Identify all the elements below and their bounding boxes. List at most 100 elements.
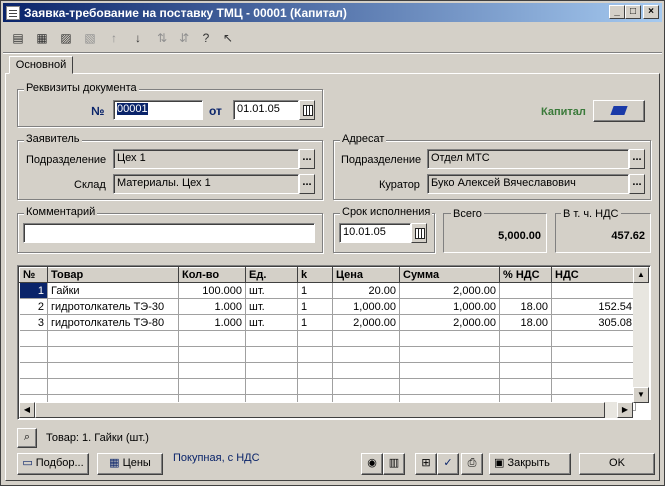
table-row[interactable]: 3 гидротолкатель ТЭ-80 1.000 шт. 1 2,000.00 2,… xyxy=(19,314,636,331)
ok-button[interactable]: OK xyxy=(579,453,655,475)
table-row[interactable] xyxy=(19,362,636,379)
table-cell[interactable]: 1 xyxy=(19,282,48,299)
table-row[interactable]: 1 Гайки 100.000 шт. 1 20.00 2,000.00 xyxy=(19,282,636,299)
column-header[interactable]: Ед. xyxy=(245,267,298,283)
structure-button[interactable]: ▥ xyxy=(383,453,405,475)
column-header[interactable]: Цена xyxy=(332,267,400,283)
table-cell[interactable] xyxy=(551,378,636,395)
table-cell[interactable] xyxy=(499,330,552,347)
table-cell[interactable]: 2,000.00 xyxy=(399,282,500,299)
table-cell[interactable] xyxy=(499,346,552,363)
table-cell[interactable] xyxy=(297,346,333,363)
firm-button[interactable] xyxy=(593,100,645,122)
deadline-field[interactable]: 10.01.05 xyxy=(339,223,411,243)
table-cell[interactable] xyxy=(47,330,179,347)
sort-asc-icon[interactable]: ⇅ xyxy=(153,29,171,47)
column-header[interactable]: Кол-во xyxy=(178,267,246,283)
move-up-icon[interactable]: ↑ xyxy=(105,29,123,47)
table-cell[interactable] xyxy=(499,378,552,395)
table-cell[interactable] xyxy=(332,346,400,363)
table-cell[interactable] xyxy=(178,346,246,363)
table-cell[interactable]: шт. xyxy=(245,298,298,315)
table-cell[interactable] xyxy=(19,330,48,347)
table-cell[interactable] xyxy=(178,378,246,395)
addressee-division-select-button[interactable]: ... xyxy=(629,149,645,169)
table-cell[interactable]: 2,000.00 xyxy=(399,314,500,331)
minimize-button[interactable]: _ xyxy=(609,5,625,19)
table-cell[interactable] xyxy=(178,330,246,347)
table-cell[interactable] xyxy=(245,378,298,395)
column-header[interactable]: Сумма xyxy=(399,267,500,283)
table-cell[interactable] xyxy=(332,330,400,347)
column-header[interactable]: Товар xyxy=(47,267,179,283)
table-cell[interactable] xyxy=(399,330,500,347)
table-cell[interactable]: 1 xyxy=(297,314,333,331)
table-cell[interactable] xyxy=(332,362,400,379)
deadline-calendar-icon[interactable] xyxy=(411,223,427,243)
table-cell[interactable] xyxy=(399,378,500,395)
applicant-division-field[interactable]: Цех 1 xyxy=(113,149,299,169)
vertical-scrollbar[interactable]: ▲ ▼ xyxy=(633,267,649,403)
table-cell[interactable]: гидротолкатель ТЭ-30 xyxy=(47,298,179,315)
addressee-division-field[interactable]: Отдел МТС xyxy=(427,149,629,169)
applicant-division-select-button[interactable]: ... xyxy=(299,149,315,169)
table-cell[interactable]: 2 xyxy=(19,298,48,315)
table-cell[interactable] xyxy=(19,378,48,395)
table-cell[interactable] xyxy=(499,362,552,379)
table-cell[interactable] xyxy=(551,330,636,347)
magnifier-button[interactable]: ⌕ xyxy=(17,428,37,448)
table-cell[interactable]: 18.00 xyxy=(499,298,552,315)
copy-row-icon[interactable]: ▦ xyxy=(33,29,51,47)
close-window-button[interactable]: × xyxy=(643,5,659,19)
table-row[interactable] xyxy=(19,346,636,363)
table-cell[interactable] xyxy=(297,330,333,347)
table-row[interactable] xyxy=(19,330,636,347)
table-cell[interactable] xyxy=(19,346,48,363)
context-help-icon[interactable]: ↖ xyxy=(219,29,237,47)
table-cell[interactable]: 152.54 xyxy=(551,298,636,315)
table-cell[interactable]: 1.000 xyxy=(178,298,246,315)
table-cell[interactable]: 100.000 xyxy=(178,282,246,299)
table-cell[interactable]: 1 xyxy=(297,282,333,299)
table-cell[interactable] xyxy=(245,330,298,347)
column-header[interactable]: НДС xyxy=(551,267,636,283)
doc-date-field[interactable]: 01.01.05 xyxy=(233,100,299,120)
table-cell[interactable]: 1 xyxy=(297,298,333,315)
table-cell[interactable] xyxy=(499,282,552,299)
sort-desc-icon[interactable]: ⇵ xyxy=(175,29,193,47)
table-cell[interactable]: шт. xyxy=(245,282,298,299)
table-cell[interactable]: 18.00 xyxy=(499,314,552,331)
close-button[interactable]: ▣ Закрыть xyxy=(489,453,571,475)
table-cell[interactable] xyxy=(551,346,636,363)
table-cell[interactable] xyxy=(399,346,500,363)
column-header[interactable]: % НДС xyxy=(499,267,552,283)
table-cell[interactable]: 3 xyxy=(19,314,48,331)
table-cell[interactable] xyxy=(399,362,500,379)
price-type-link[interactable]: Покупная, с НДС xyxy=(173,452,260,464)
table-cell[interactable] xyxy=(297,378,333,395)
table-cell[interactable] xyxy=(332,378,400,395)
maximize-button[interactable]: □ xyxy=(625,5,641,19)
hierarchy-button[interactable]: ⊞ xyxy=(415,453,437,475)
column-header[interactable]: № xyxy=(19,267,48,283)
scroll-right-icon[interactable]: ▶ xyxy=(617,402,633,418)
table-cell[interactable] xyxy=(245,362,298,379)
table-cell[interactable] xyxy=(47,362,179,379)
warehouse-select-button[interactable]: ... xyxy=(299,174,315,194)
select-button[interactable]: ▭ Подбор... xyxy=(17,453,89,475)
column-header[interactable]: k xyxy=(297,267,333,283)
curator-select-button[interactable]: ... xyxy=(629,174,645,194)
new-row-icon[interactable]: ▤ xyxy=(9,29,27,47)
table-cell[interactable] xyxy=(551,362,636,379)
table-cell[interactable]: 1,000.00 xyxy=(332,298,400,315)
table-row[interactable] xyxy=(19,378,636,395)
table-cell[interactable] xyxy=(297,362,333,379)
warehouse-field[interactable]: Материалы. Цех 1 xyxy=(113,174,299,194)
help-icon[interactable]: ? xyxy=(197,29,215,47)
table-cell[interactable]: шт. xyxy=(245,314,298,331)
scroll-down-icon[interactable]: ▼ xyxy=(633,387,649,403)
table-cell[interactable]: Гайки xyxy=(47,282,179,299)
doc-number-field[interactable]: 00001 xyxy=(113,100,203,120)
print-button[interactable]: ⎙ xyxy=(461,453,483,475)
table-cell[interactable] xyxy=(47,378,179,395)
